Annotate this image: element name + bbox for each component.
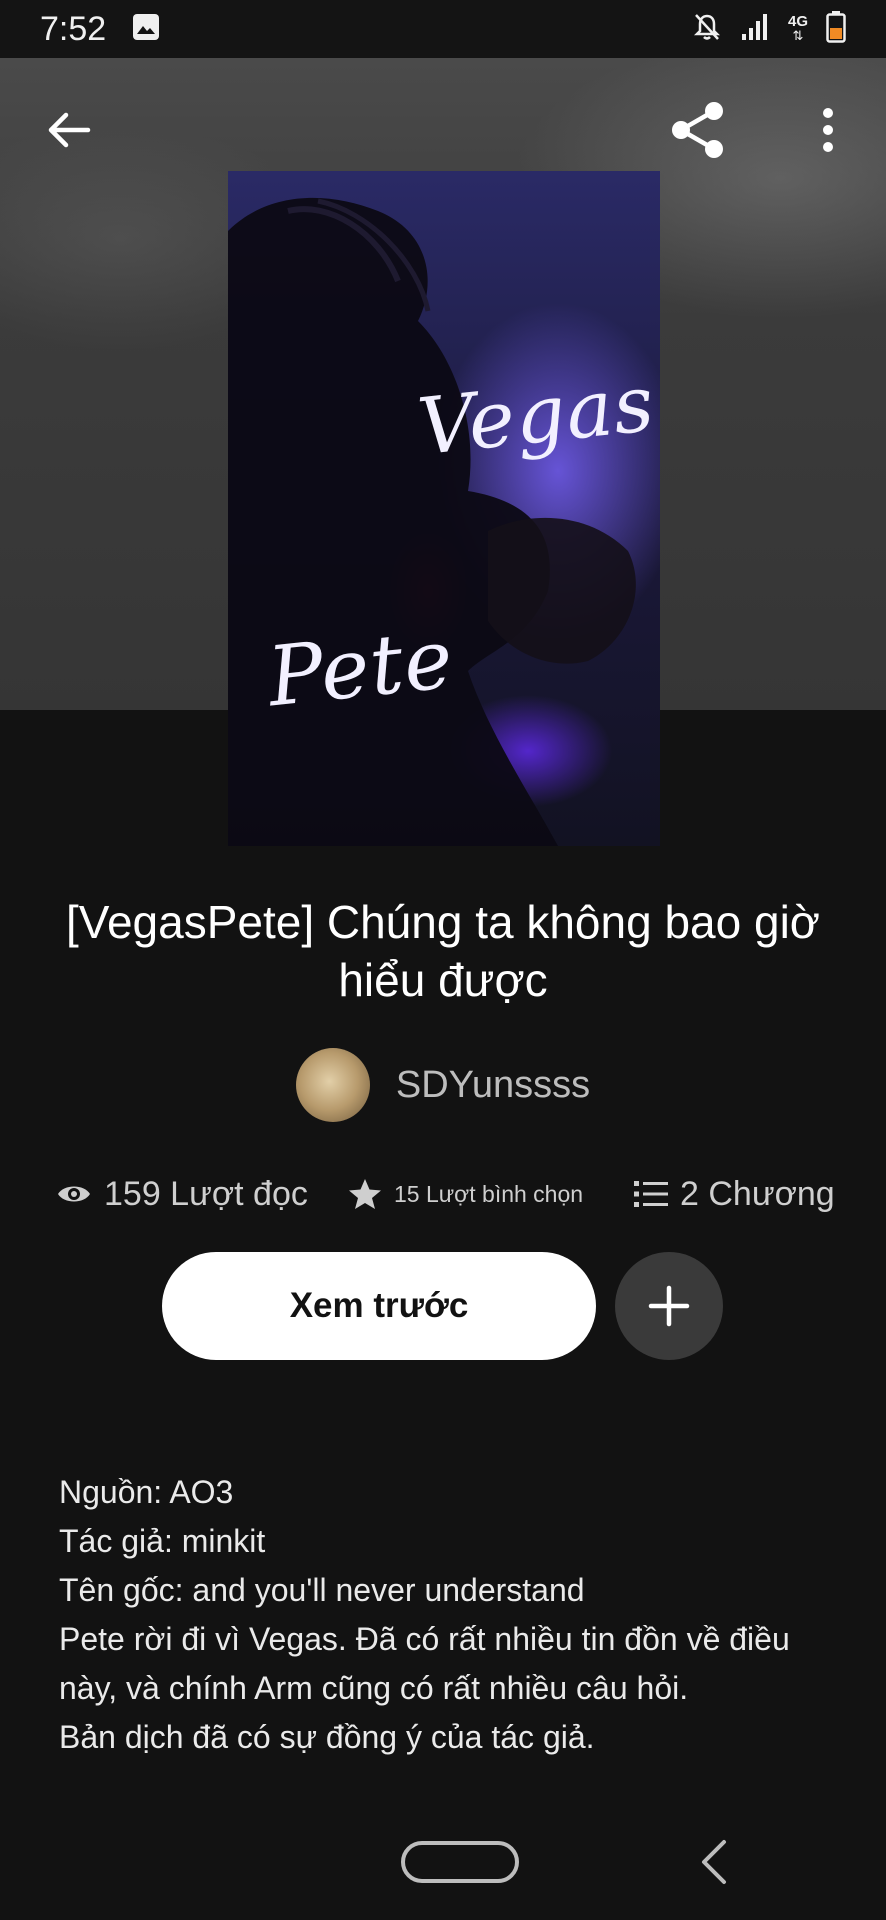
back-arrow-icon bbox=[48, 112, 91, 148]
reads-stat: 159 Lượt đọc bbox=[56, 1168, 308, 1220]
preview-button[interactable]: Xem trước bbox=[162, 1252, 596, 1360]
description-line: Bản dịch đã có sự đồng ý của tác giả. bbox=[59, 1719, 595, 1755]
votes-count: 15 Lượt bình chọn bbox=[394, 1180, 584, 1207]
author-row[interactable]: SDYunssss bbox=[0, 1048, 886, 1122]
more-options-icon bbox=[823, 108, 833, 152]
nav-back-icon[interactable] bbox=[696, 1838, 732, 1886]
story-stats: 159 Lượt đọc 15 Lượt bình chọn 2 Chương bbox=[0, 1168, 886, 1220]
description-line: Nguồn: AO3 bbox=[59, 1474, 234, 1510]
author-name[interactable]: SDYunssss bbox=[396, 1064, 590, 1107]
chapters-stat[interactable]: 2 Chương bbox=[634, 1168, 835, 1220]
share-icon bbox=[672, 102, 723, 158]
eye-icon bbox=[58, 1186, 90, 1202]
description-line: Pete rời đi vì Vegas. Đã có rất nhiều ti… bbox=[59, 1621, 790, 1657]
system-navigation-bar bbox=[0, 1800, 886, 1920]
top-app-bar bbox=[0, 90, 886, 170]
status-time: 7:52 bbox=[40, 9, 107, 48]
bell-off-icon bbox=[692, 12, 722, 47]
story-title: [VegasPete] Chúng ta không bao giờ hiểu … bbox=[66, 896, 820, 1006]
add-to-library-button[interactable] bbox=[615, 1252, 723, 1360]
share-button[interactable] bbox=[658, 90, 738, 170]
reads-count: 159 Lượt đọc bbox=[104, 1174, 308, 1213]
story-cover-image: Vegas Pete bbox=[228, 171, 660, 846]
network-4g-icon: 4G ⇅ bbox=[787, 13, 808, 43]
votes-stat: 15 Lượt bình chọn bbox=[348, 1168, 583, 1220]
battery-icon bbox=[826, 10, 846, 48]
image-icon bbox=[132, 13, 160, 46]
cover-title-pete: Pete bbox=[263, 611, 458, 726]
home-pill-icon[interactable] bbox=[400, 1840, 520, 1884]
list-icon bbox=[634, 1181, 668, 1207]
more-options-button[interactable] bbox=[788, 90, 868, 170]
description-line: Tác giả: minkit bbox=[59, 1523, 266, 1559]
plus-icon bbox=[648, 1285, 690, 1327]
signal-icon bbox=[740, 12, 770, 47]
author-avatar[interactable] bbox=[295, 1048, 370, 1122]
description-line: Tên gốc: and you'll never understand bbox=[59, 1572, 585, 1608]
back-button[interactable] bbox=[29, 90, 109, 170]
star-icon bbox=[349, 1179, 381, 1209]
status-bar: 7:52 4G ⇅ bbox=[0, 0, 886, 58]
description-line: này, và chính Arm cũng có rất nhiều câu … bbox=[59, 1670, 689, 1706]
story-description: Nguồn: AO3 Tác giả: minkit Tên gốc: and … bbox=[59, 1468, 849, 1762]
chapters-count[interactable]: 2 Chương bbox=[680, 1175, 835, 1214]
